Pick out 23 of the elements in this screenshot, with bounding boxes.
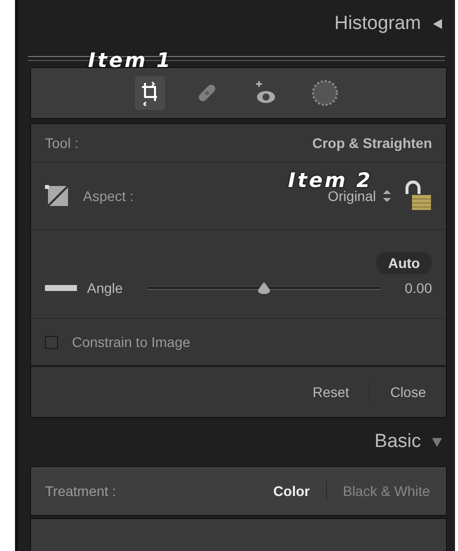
expand-triangle-icon[interactable] [431,18,443,30]
treatment-option[interactable]: Color [271,481,312,501]
up-down-arrows-icon[interactable] [382,189,392,203]
panel-title[interactable]: Histogram [334,13,421,35]
panel-title[interactable]: Basic [374,431,421,453]
tool-name: Crop & Straighten [312,135,432,151]
collapse-triangle-icon[interactable] [431,436,443,448]
close-button[interactable]: Close [384,382,432,402]
level-ruler-icon [45,283,77,293]
angle-label: Angle [87,280,123,296]
dotted-circle-icon[interactable] [310,79,338,107]
reset-button[interactable]: Reset [306,382,356,402]
open-lock-icon[interactable] [404,180,432,212]
aspect-grid-icon [45,183,71,209]
auto-button[interactable]: Auto [376,252,432,274]
treatment-label: Treatment : [45,483,116,499]
annotation-label: Item 1 [88,48,172,72]
aspect-label: Aspect : [83,188,134,204]
constrain-checkbox[interactable] [45,336,58,348]
constrain-label[interactable]: Constrain to Image [72,334,190,350]
angle-value: 0.00 [404,280,432,296]
slider-thumb[interactable] [258,282,270,294]
tool-label: Tool : [45,135,78,151]
